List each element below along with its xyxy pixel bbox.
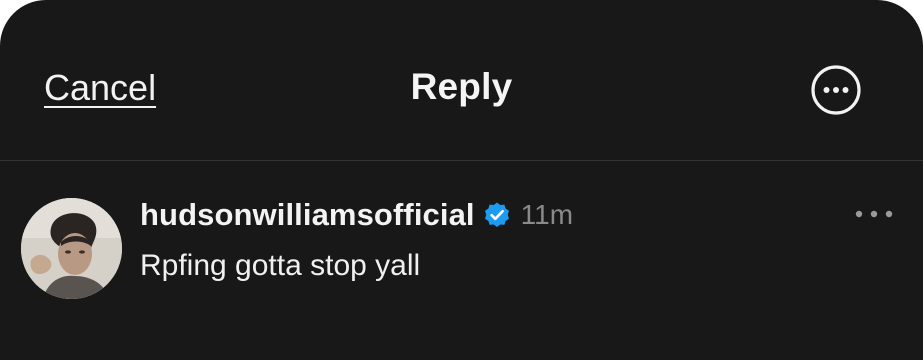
sheet-header: Cancel Reply	[0, 0, 923, 160]
verified-badge-icon	[484, 202, 509, 227]
more-circle-icon[interactable]	[810, 64, 862, 116]
post-timestamp: 11m	[520, 199, 574, 230]
avatar[interactable]	[21, 198, 122, 299]
avatar-photo	[21, 198, 122, 299]
reply-sheet: Cancel Reply hudsonwilliamsofficial 11m …	[0, 0, 923, 360]
original-post: hudsonwilliamsofficial 11m Rpfing gotta …	[0, 161, 923, 360]
more-horizontal-icon[interactable]	[852, 204, 896, 224]
username[interactable]: hudsonwilliamsofficial	[140, 197, 475, 233]
page-title: Reply	[410, 66, 513, 107]
post-header: hudsonwilliamsofficial 11m	[140, 195, 573, 235]
post-text: Rpfing gotta stop yall	[140, 249, 421, 282]
